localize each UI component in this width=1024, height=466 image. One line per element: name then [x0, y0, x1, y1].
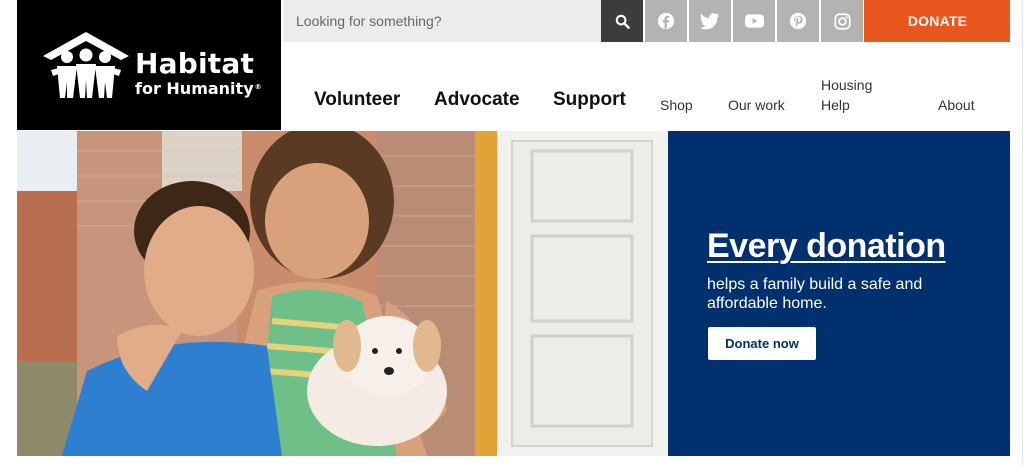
twitter-link[interactable]	[689, 0, 731, 42]
nav-shop[interactable]: Shop	[660, 95, 693, 115]
search-button[interactable]	[601, 0, 643, 42]
hero-text: helps a family build a safe and affordab…	[707, 276, 923, 312]
hero-image	[17, 131, 668, 456]
donate-button[interactable]: DONATE	[864, 0, 1011, 42]
youtube-link[interactable]	[733, 0, 775, 42]
hero-panel: Every donation helps a family build a sa…	[668, 131, 1011, 456]
page: Habitat for Humanity® Looking for someth…	[0, 0, 1024, 466]
nav-advocate[interactable]: Advocate	[434, 89, 520, 111]
search-input[interactable]	[283, 0, 601, 42]
instagram-icon	[833, 12, 851, 30]
logo[interactable]: Habitat for Humanity®	[17, 0, 281, 130]
search-bar	[283, 0, 601, 42]
nav-our-work[interactable]: Our work	[728, 95, 785, 115]
children-with-puppy-photo	[17, 131, 668, 456]
facebook-icon	[657, 12, 675, 30]
facebook-link[interactable]	[645, 0, 687, 42]
nav-housing-help-line1: Housing	[821, 77, 873, 93]
habitat-house-people-logo-icon	[43, 32, 129, 98]
logo-subtitle: for Humanity®	[135, 80, 262, 98]
pinterest-icon	[789, 12, 807, 30]
registered-mark: ®	[254, 83, 262, 91]
nav-about[interactable]: About	[938, 95, 975, 115]
logo-wordmark: Habitat	[135, 47, 255, 80]
nav-housing-help[interactable]: Housing Help	[821, 75, 872, 115]
donate-now-button[interactable]: Donate now	[708, 327, 816, 360]
logo-subtitle-text: for Humanity	[135, 79, 254, 98]
instagram-link[interactable]	[821, 0, 863, 42]
pinterest-link[interactable]	[777, 0, 819, 42]
twitter-icon	[700, 12, 720, 29]
hero-title-link[interactable]: Every donation	[707, 227, 946, 266]
nav-housing-help-line2: Help	[821, 97, 850, 113]
nav-volunteer[interactable]: Volunteer	[314, 89, 400, 111]
search-icon	[615, 14, 630, 29]
youtube-icon	[744, 14, 764, 28]
nav-support[interactable]: Support	[553, 89, 626, 111]
scrollbar-track[interactable]	[1010, 0, 1024, 466]
